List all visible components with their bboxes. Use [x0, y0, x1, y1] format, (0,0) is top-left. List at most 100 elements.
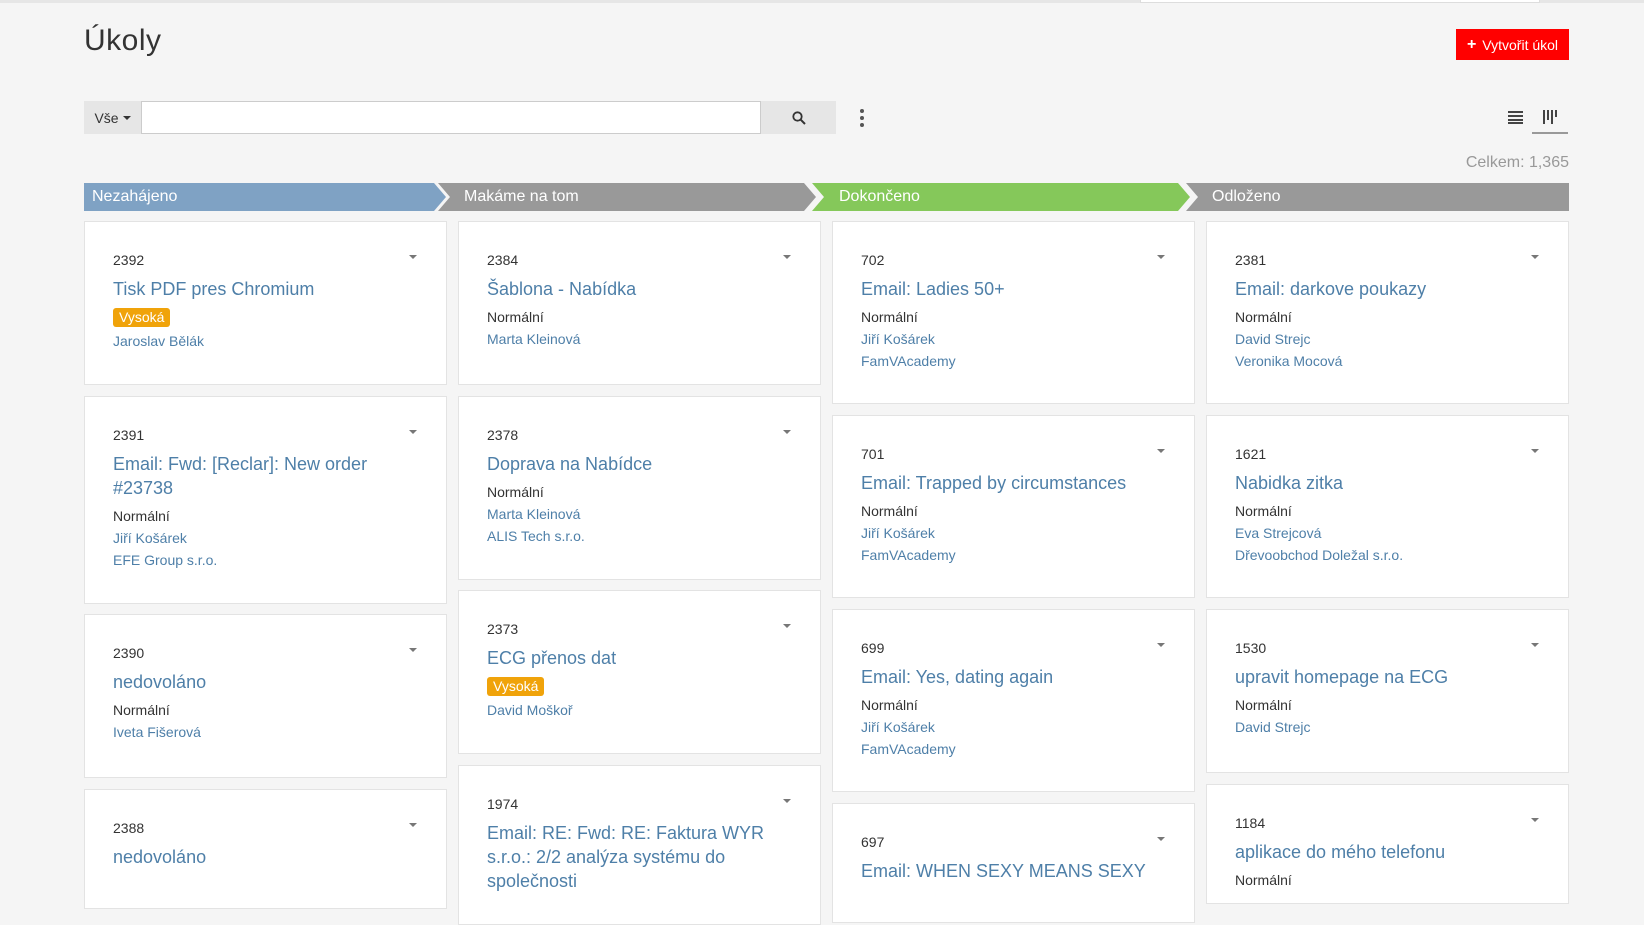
task-title[interactable]: Email: Trapped by circumstances [861, 471, 1166, 495]
task-id: 1621 [1235, 446, 1267, 462]
card-menu-caret-icon[interactable] [409, 648, 417, 652]
task-assignee[interactable]: David Moškoř [487, 701, 792, 720]
search-input[interactable] [141, 101, 761, 134]
task-company[interactable]: FamVAcademy [861, 546, 1166, 565]
task-card[interactable]: 2381 Email: darkove poukazy Normální Dav… [1206, 221, 1569, 404]
task-assignee[interactable]: David Strejc [1235, 330, 1540, 349]
task-assignee[interactable]: Jaroslav Bělák [113, 332, 418, 351]
task-assignee[interactable]: Jiří Košárek [861, 718, 1166, 737]
search-icon [791, 110, 806, 125]
card-menu-caret-icon[interactable] [783, 799, 791, 803]
task-assignee[interactable]: Jiří Košárek [861, 524, 1166, 543]
card-menu-caret-icon[interactable] [1531, 818, 1539, 822]
card-menu-caret-icon[interactable] [409, 823, 417, 827]
card-menu-caret-icon[interactable] [783, 255, 791, 259]
kebab-icon-dot [860, 115, 864, 120]
list-view-button[interactable] [1500, 102, 1530, 132]
priority-badge: Vysoká [487, 677, 545, 696]
task-card[interactable]: 2392 Tisk PDF pres Chromium Vysoká Jaros… [84, 221, 447, 385]
task-title[interactable]: nedovoláno [113, 670, 418, 694]
task-id: 702 [861, 252, 885, 268]
task-title[interactable]: Tisk PDF pres Chromium [113, 277, 418, 301]
task-assignee[interactable]: Eva Strejcová [1235, 524, 1540, 543]
task-title[interactable]: ECG přenos dat [487, 646, 792, 670]
task-card[interactable]: 1974 Email: RE: Fwd: RE: Faktura WYR s.r… [458, 765, 821, 925]
priority-text: Normální [861, 697, 918, 713]
search-bar: Vše [84, 101, 836, 134]
card-menu-caret-icon[interactable] [1531, 255, 1539, 259]
stage-label: Dokončeno [839, 188, 920, 205]
task-assignee[interactable]: Jiří Košárek [113, 529, 418, 548]
task-company[interactable]: Dřevoobchod Doležal s.r.o. [1235, 546, 1540, 565]
filter-dropdown[interactable]: Vše [84, 101, 141, 134]
task-id: 2373 [487, 621, 519, 637]
priority-badge: Vysoká [113, 308, 171, 327]
task-card[interactable]: 2373 ECG přenos dat Vysoká David Moškoř [458, 590, 821, 754]
task-card[interactable]: 702 Email: Ladies 50+ Normální Jiří Košá… [832, 221, 1195, 404]
task-company[interactable]: FamVAcademy [861, 352, 1166, 371]
task-title[interactable]: Email: darkove poukazy [1235, 277, 1540, 301]
task-id: 2390 [113, 645, 145, 661]
task-title[interactable]: Email: RE: Fwd: RE: Faktura WYR s.r.o.: … [487, 821, 792, 893]
task-company[interactable]: EFE Group s.r.o. [113, 551, 418, 570]
task-card[interactable]: 699 Email: Yes, dating again Normální Ji… [832, 609, 1195, 792]
task-title[interactable]: Email: Fwd: [Reclar]: New order #23738 [113, 452, 418, 500]
task-card[interactable]: 701 Email: Trapped by circumstances Norm… [832, 415, 1195, 598]
task-assignee[interactable]: David Strejc [1235, 718, 1540, 737]
task-card[interactable]: 2390 nedovoláno Normální Iveta Fišerová [84, 614, 447, 778]
search-button[interactable] [761, 101, 836, 134]
task-assignee[interactable]: Marta Kleinová [487, 330, 792, 349]
task-card[interactable]: 1621 Nabidka zitka Normální Eva Strejcov… [1206, 415, 1569, 598]
create-task-button[interactable]: + Vytvořit úkol [1456, 29, 1569, 60]
task-title[interactable]: aplikace do mého telefonu [1235, 840, 1540, 864]
card-menu-caret-icon[interactable] [783, 624, 791, 628]
task-id: 699 [861, 640, 885, 656]
task-id: 1184 [1235, 815, 1266, 831]
kanban-view-button[interactable] [1532, 102, 1568, 134]
task-title[interactable]: Šablona - Nabídka [487, 277, 792, 301]
task-card[interactable]: 2391 Email: Fwd: [Reclar]: New order #23… [84, 396, 447, 604]
priority-text: Normální [1235, 503, 1292, 519]
task-company[interactable]: FamVAcademy [861, 740, 1166, 759]
priority-text: Normální [113, 702, 170, 718]
task-id: 2378 [487, 427, 519, 443]
task-id: 2388 [113, 820, 145, 836]
task-card[interactable]: 1184 aplikace do mého telefonu Normální [1206, 784, 1569, 904]
priority-text: Normální [487, 309, 544, 325]
card-menu-caret-icon[interactable] [1157, 643, 1165, 647]
card-menu-caret-icon[interactable] [1157, 255, 1165, 259]
chevron-down-icon [122, 115, 131, 120]
priority-text: Normální [487, 484, 544, 500]
task-id: 2392 [113, 252, 145, 268]
card-menu-caret-icon[interactable] [1531, 449, 1539, 453]
card-menu-caret-icon[interactable] [1531, 643, 1539, 647]
task-title[interactable]: Email: Ladies 50+ [861, 277, 1166, 301]
more-options-button[interactable] [852, 104, 872, 131]
task-title[interactable]: Nabidka zitka [1235, 471, 1540, 495]
task-id: 2391 [113, 427, 145, 443]
task-company[interactable]: ALIS Tech s.r.o. [487, 527, 792, 546]
card-menu-caret-icon[interactable] [1157, 449, 1165, 453]
task-card[interactable]: 2384 Šablona - Nabídka Normální Marta Kl… [458, 221, 821, 385]
card-menu-caret-icon[interactable] [783, 430, 791, 434]
task-card[interactable]: 2378 Doprava na Nabídce Normální Marta K… [458, 396, 821, 580]
card-menu-caret-icon[interactable] [409, 430, 417, 434]
task-title[interactable]: nedovoláno [113, 845, 418, 869]
task-assignee[interactable]: Jiří Košárek [861, 330, 1166, 349]
total-count: Celkem: 1,365 [1465, 154, 1569, 171]
task-assignee[interactable]: Iveta Fišerová [113, 723, 418, 742]
task-card[interactable]: 697 Email: WHEN SEXY MEANS SEXY [832, 803, 1195, 923]
task-title[interactable]: upravit homepage na ECG [1235, 665, 1540, 689]
task-title[interactable]: Email: Yes, dating again [861, 665, 1166, 689]
task-title[interactable]: Email: WHEN SEXY MEANS SEXY [861, 859, 1166, 883]
task-title[interactable]: Doprava na Nabídce [487, 452, 792, 476]
task-card[interactable]: 1530 upravit homepage na ECG Normální Da… [1206, 609, 1569, 773]
task-assignee[interactable]: Marta Kleinová [487, 505, 792, 524]
card-menu-caret-icon[interactable] [409, 255, 417, 259]
task-id: 2384 [487, 252, 519, 268]
card-menu-caret-icon[interactable] [1157, 837, 1165, 841]
task-company[interactable]: Veronika Mocová [1235, 352, 1540, 371]
top-tab-edge [1140, 0, 1540, 3]
priority-text: Normální [861, 503, 918, 519]
task-card[interactable]: 2388 nedovoláno [84, 789, 447, 909]
